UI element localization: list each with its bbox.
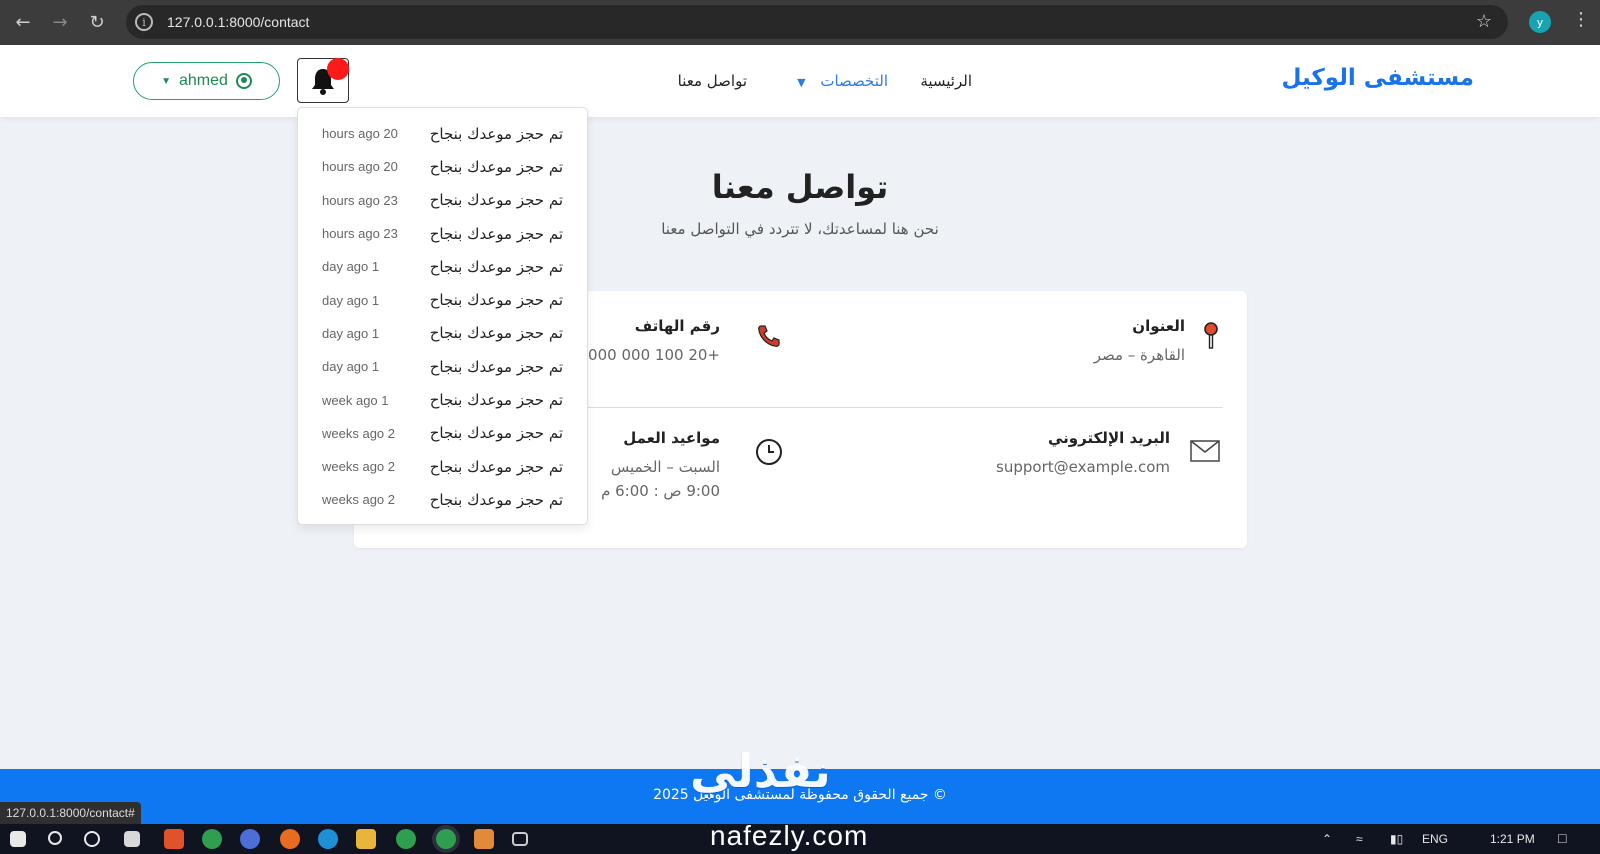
watermark-arabic: نفذلي [690, 744, 831, 798]
xampp-icon[interactable] [474, 829, 494, 849]
notification-time: hours ago 20 [322, 159, 398, 175]
notification-time: day ago 1 [322, 259, 380, 275]
notification-time: hours ago 20 [322, 126, 398, 142]
file-explorer-icon[interactable] [356, 829, 376, 849]
chrome-icon[interactable] [396, 829, 416, 849]
notification-message: تم حجز موعدك بنجاح [429, 257, 563, 276]
windows-start-icon[interactable] [10, 831, 26, 847]
notification-item[interactable]: weeks ago 2 تم حجز موعدك بنجاح [298, 450, 587, 483]
user-name: ahmed [178, 72, 228, 89]
firefox-icon[interactable] [280, 829, 300, 849]
app-icon[interactable] [240, 829, 260, 849]
email-block: البريد الإلكتروني support@example.com [930, 429, 1170, 479]
address-bar[interactable]: i 127.0.0.1:8000/contact ☆ [126, 5, 1508, 39]
notification-item[interactable]: hours ago 20 تم حجز موعدك بنجاح [298, 150, 587, 183]
url-text: 127.0.0.1:8000/contact [167, 14, 310, 30]
notification-time: hours ago 23 [322, 226, 398, 242]
terminal-icon[interactable] [512, 832, 528, 846]
notification-time: hours ago 23 [322, 192, 398, 208]
notification-center-icon[interactable]: □ [1558, 830, 1566, 846]
store-icon[interactable] [124, 831, 140, 847]
brave-icon[interactable] [164, 829, 184, 849]
notification-item[interactable]: weeks ago 2 تم حجز موعدك بنجاح [298, 483, 587, 516]
caret-down-icon: ▼ [161, 75, 171, 87]
notification-message: تم حجز موعدك بنجاح [429, 157, 563, 176]
page-title: تواصل معنا [711, 168, 889, 206]
notification-item[interactable]: weeks ago 2 تم حجز موعدك بنجاح [298, 417, 587, 450]
envelope-icon [1190, 439, 1220, 463]
address-block: العنوان القاهرة – مصر [985, 317, 1185, 367]
edge-icon[interactable] [318, 829, 338, 849]
notification-message: تم حجز موعدك بنجاح [429, 291, 563, 310]
battery-icon[interactable]: ▮▯ [1390, 832, 1403, 846]
nav-link-specialties[interactable]: التخصصات ▼ [797, 72, 888, 90]
map-pin-icon [1200, 321, 1222, 351]
notification-item[interactable]: day ago 1 تم حجز موعدك بنجاح [298, 317, 587, 350]
forward-icon[interactable]: → [47, 9, 73, 35]
notification-item[interactable]: day ago 1 تم حجز موعدك بنجاح [298, 250, 587, 283]
user-circle-icon [235, 73, 252, 89]
search-icon[interactable] [48, 831, 62, 845]
notification-item[interactable]: week ago 1 تم حجز موعدك بنجاح [298, 383, 587, 416]
nav-link-specialties-label: التخصصات [820, 72, 888, 90]
notification-message: تم حجز موعدك بنجاح [429, 424, 563, 443]
notification-time: day ago 1 [322, 292, 380, 308]
email-label: البريد الإلكتروني [1048, 429, 1170, 447]
notification-time: day ago 1 [322, 325, 380, 341]
notification-message: تم حجز موعدك بنجاح [429, 124, 563, 143]
notification-item[interactable]: hours ago 23 تم حجز موعدك بنجاح [298, 184, 587, 217]
notification-message: تم حجز موعدك بنجاح [429, 191, 563, 210]
phone-icon [754, 321, 784, 351]
profile-avatar[interactable]: y [1529, 11, 1551, 33]
browser-toolbar: ← → ↻ i 127.0.0.1:8000/contact ☆ y ⋮ [0, 0, 1600, 45]
notification-time: weeks ago 2 [322, 425, 395, 441]
language-indicator[interactable]: ENG [1422, 832, 1448, 846]
notification-message: تم حجز موعدك بنجاح [429, 224, 563, 243]
clock-icon [754, 437, 784, 467]
notification-message: تم حجز موعدك بنجاح [429, 391, 563, 410]
page-subtitle: نحن هنا لمساعدتك، لا تتردد في التواصل مع… [661, 220, 939, 238]
tray-chevron-icon[interactable]: ⌃ [1322, 832, 1332, 846]
address-value: القاهرة – مصر [1093, 346, 1185, 364]
status-bar-url: 127.0.0.1:8000/contact# [0, 802, 141, 824]
nav-link-contact[interactable]: تواصل معنا [678, 72, 747, 90]
bookmark-star-icon[interactable]: ☆ [1476, 11, 1492, 32]
menu-kebab-icon[interactable]: ⋮ [1572, 9, 1590, 30]
caret-down-icon: ▼ [797, 76, 806, 89]
address-label: العنوان [1132, 317, 1185, 335]
nav-link-home[interactable]: الرئيسية [920, 72, 972, 90]
back-icon[interactable]: ← [10, 9, 36, 35]
chrome-icon[interactable] [202, 829, 222, 849]
notification-time: day ago 1 [322, 359, 380, 375]
notification-message: تم حجز موعدك بنجاح [429, 457, 563, 476]
wifi-icon[interactable]: ≈ [1356, 832, 1363, 846]
notification-time: week ago 1 [322, 392, 389, 408]
user-menu-button[interactable]: ▼ ahmed [133, 62, 280, 100]
brand-logo[interactable]: مستشفى الوكيل [1281, 65, 1474, 91]
cortana-icon[interactable] [84, 831, 100, 847]
notification-message: تم حجز موعدك بنجاح [429, 357, 563, 376]
notification-time: weeks ago 2 [322, 459, 395, 475]
site-navbar: مستشفى الوكيل الرئيسية التخصصات ▼ تواصل … [0, 45, 1600, 117]
notification-item[interactable]: day ago 1 تم حجز موعدك بنجاح [298, 283, 587, 316]
notification-badge [327, 58, 349, 80]
notification-message: تم حجز موعدك بنجاح [429, 490, 563, 509]
notification-time: weeks ago 2 [322, 492, 395, 508]
reload-icon[interactable]: ↻ [84, 9, 110, 35]
email-value[interactable]: support@example.com [930, 455, 1170, 479]
notification-item[interactable]: hours ago 20 تم حجز موعدك بنجاح [298, 117, 587, 150]
notification-message: تم حجز موعدك بنجاح [429, 324, 563, 343]
watermark-latin: nafezly.com [710, 820, 869, 851]
notification-item[interactable]: day ago 1 تم حجز موعدك بنجاح [298, 350, 587, 383]
notifications-dropdown: hours ago 20 تم حجز موعدك بنجاح hours ago… [297, 107, 588, 525]
chrome-active-icon[interactable] [436, 829, 456, 849]
clock-time[interactable]: 1:21 PM [1490, 832, 1535, 846]
site-info-icon[interactable]: i [135, 13, 153, 31]
notification-item[interactable]: hours ago 23 تم حجز موعدك بنجاح [298, 217, 587, 250]
